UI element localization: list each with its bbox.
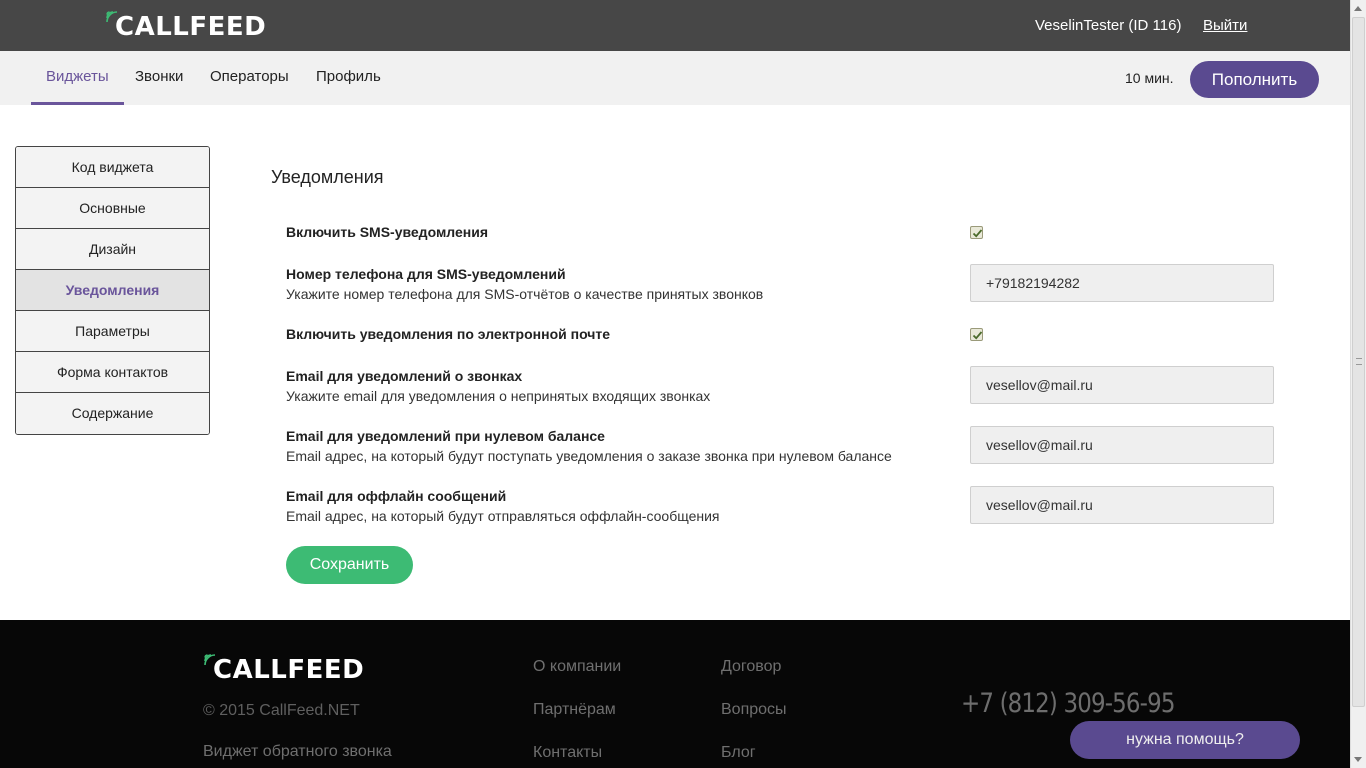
footer-link-contract[interactable]: Договор — [721, 658, 781, 676]
callfeed-logo[interactable]: CALLFEED — [106, 11, 267, 42]
nav-profile[interactable]: Профиль — [316, 51, 381, 105]
help-chat-button[interactable]: нужна помощь? — [1070, 721, 1300, 759]
top-bar: CALLFEED VeselinTester (ID 116) Выйти — [0, 0, 1350, 51]
sms-phone-help: Укажите номер телефона для SMS-отчётов о… — [286, 286, 764, 302]
signal-waves-icon — [106, 11, 118, 23]
footer-logo-text: CALLFEED — [213, 655, 365, 685]
footer-link-contacts[interactable]: Контакты — [533, 744, 602, 762]
sidebar-item-widget-code[interactable]: Код виджета — [16, 147, 209, 188]
scroll-down-arrow-icon[interactable] — [1354, 757, 1362, 762]
sms-phone-label: Номер телефона для SMS-уведомлений — [286, 266, 566, 282]
grip-icon — [1356, 358, 1362, 365]
main-nav: Виджеты Звонки Операторы Профиль 10 мин.… — [0, 51, 1350, 105]
signal-waves-icon — [204, 654, 216, 666]
sidebar-item-notifications[interactable]: Уведомления — [16, 270, 209, 311]
sms-enable-label: Включить SMS-уведомления — [286, 224, 489, 240]
checkmark-icon — [972, 229, 983, 238]
nav-widgets[interactable]: Виджеты — [31, 51, 124, 105]
widget-settings-menu: Код виджета Основные Дизайн Уведомления … — [15, 146, 210, 435]
topup-button[interactable]: Пополнить — [1190, 61, 1319, 98]
footer-link-widget[interactable]: Виджет обратного звонка — [203, 743, 392, 761]
sidebar-item-content[interactable]: Содержание — [16, 393, 209, 434]
email-zero-balance-field[interactable]: vesellov@mail.ru — [970, 426, 1274, 464]
sms-enable-checkbox[interactable] — [970, 226, 983, 239]
email-offline-label: Email для оффлайн сообщений — [286, 488, 507, 504]
sms-phone-field[interactable]: +79182194282 — [970, 264, 1274, 302]
copyright: © 2015 CallFeed.NET — [203, 702, 360, 719]
scrollbar-thumb[interactable] — [1352, 17, 1365, 707]
vertical-scrollbar[interactable] — [1350, 0, 1366, 768]
minutes-balance: 10 мин. — [1125, 70, 1174, 86]
footer-logo[interactable]: CALLFEED — [204, 654, 365, 685]
checkmark-icon — [972, 331, 983, 340]
sidebar-item-parameters[interactable]: Параметры — [16, 311, 209, 352]
email-calls-help: Укажите email для уведомления о непринят… — [286, 388, 711, 404]
nav-calls[interactable]: Звонки — [135, 51, 183, 105]
email-offline-help: Email адрес, на который будут отправлять… — [286, 508, 720, 524]
user-info: VeselinTester (ID 116) — [1035, 17, 1182, 34]
email-enable-label: Включить уведомления по электронной почт… — [286, 326, 611, 342]
email-calls-label: Email для уведомлений о звонках — [286, 368, 523, 384]
email-calls-field[interactable]: vesellov@mail.ru — [970, 366, 1274, 404]
sidebar-item-contact-form[interactable]: Форма контактов — [16, 352, 209, 393]
email-offline-field[interactable]: vesellov@mail.ru — [970, 486, 1274, 524]
footer-link-partners[interactable]: Партнёрам — [533, 701, 616, 719]
footer-link-faq[interactable]: Вопросы — [721, 701, 787, 719]
email-zero-balance-help: Email адрес, на который будут поступать … — [286, 448, 892, 464]
footer-link-about[interactable]: О компании — [533, 658, 621, 676]
footer-link-blog[interactable]: Блог — [721, 744, 756, 762]
nav-operators[interactable]: Операторы — [210, 51, 289, 105]
email-enable-checkbox[interactable] — [970, 328, 983, 341]
footer-phone: +7 (812) 309-56-95 — [961, 688, 1175, 719]
scroll-up-arrow-icon[interactable] — [1354, 6, 1362, 11]
save-button[interactable]: Сохранить — [286, 546, 413, 584]
logo-text: CALLFEED — [115, 12, 267, 42]
logout-link[interactable]: Выйти — [1203, 17, 1247, 34]
sidebar-item-design[interactable]: Дизайн — [16, 229, 209, 270]
page-title: Уведомления — [271, 167, 384, 187]
sidebar-item-basic[interactable]: Основные — [16, 188, 209, 229]
email-zero-balance-label: Email для уведомлений при нулевом баланс… — [286, 428, 605, 444]
